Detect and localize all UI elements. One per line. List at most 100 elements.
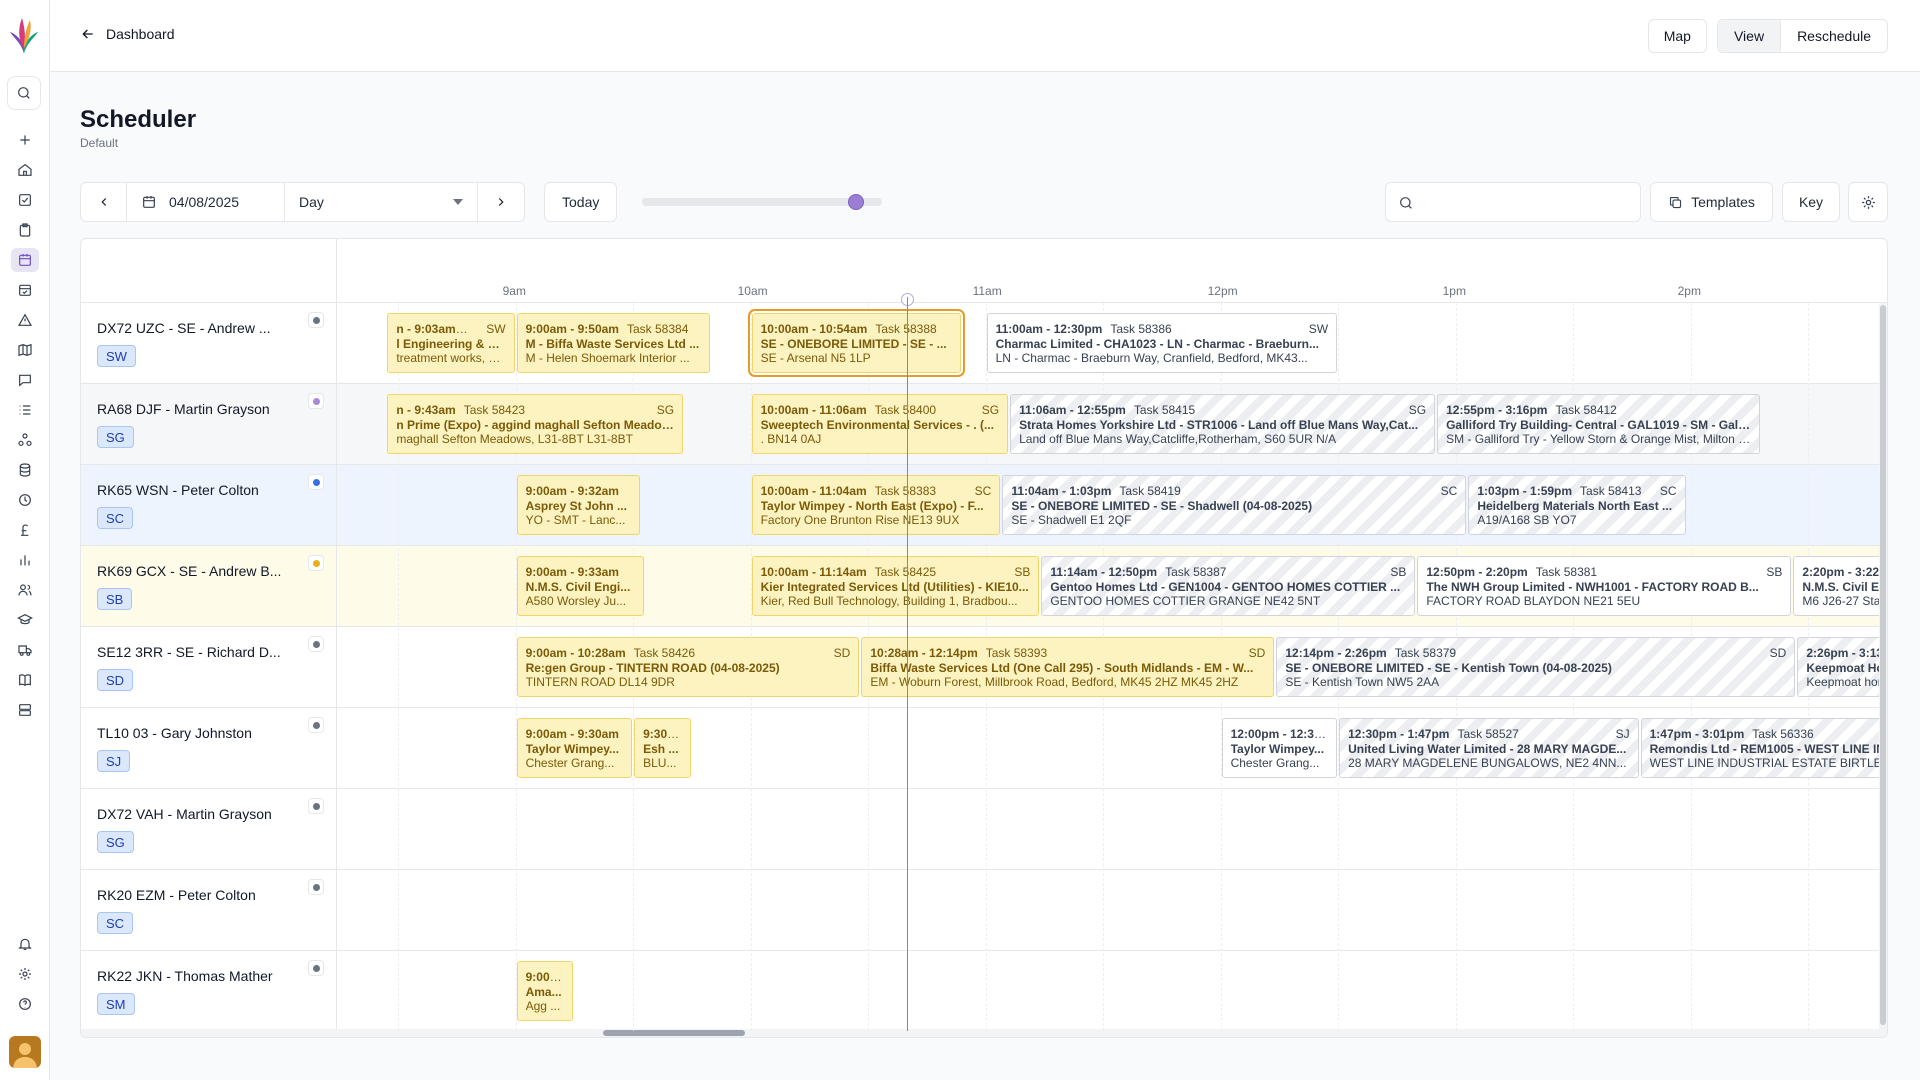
history-nav-button[interactable] (11, 488, 39, 512)
schedule-event[interactable]: 12:55pm - 3:16pm Task 58412 Galliford Try … (1437, 394, 1761, 454)
resource-cell[interactable]: RK22 JKN - Thomas Mather SM (81, 951, 337, 1032)
schedule-event[interactable]: n - 9:03amTask 58385SWl Engineering & Ut… (387, 313, 515, 373)
zoom-slider-thumb[interactable] (848, 194, 864, 210)
search-icon (1400, 197, 1412, 209)
schedule-event[interactable]: 9:30am Esh ... BLU... (634, 718, 691, 778)
event-task-number: Task 58384 (626, 322, 689, 336)
status-dot-icon (312, 478, 320, 486)
view-button[interactable]: View (1717, 20, 1782, 52)
scheduler-settings-button[interactable] (1848, 182, 1888, 222)
network-nav-button[interactable] (11, 428, 39, 452)
training-nav-button[interactable] (11, 608, 39, 632)
resource-cell[interactable]: DX72 VAH - Martin Grayson SG (81, 789, 337, 870)
event-customer: SE - ONEBORE LIMITED - SE - Shadwell (04… (1011, 498, 1313, 513)
schedule-event[interactable]: 10:00am - 10:54am Task 58388 SE - ONEBORE … (747, 309, 966, 377)
resource-status-button[interactable] (308, 960, 324, 976)
schedule-event[interactable]: 12:00pm - 12:30pm Taylor Wimpey... Chester… (1221, 718, 1338, 778)
resource-cell[interactable]: TL10 03 - Gary Johnston SJ (81, 708, 337, 789)
event-address: Kier, Red Bull Technology, Building 1, B… (760, 594, 1018, 608)
resource-status-button[interactable] (308, 879, 324, 895)
finance-nav-button[interactable] (11, 518, 39, 542)
vehicles-nav-button[interactable] (11, 638, 39, 662)
alerts-nav-button[interactable] (11, 308, 39, 332)
resource-status-button[interactable] (308, 312, 324, 328)
add-nav-button[interactable] (11, 128, 39, 152)
resource-status-button[interactable] (308, 474, 324, 490)
resource-cell[interactable]: RA68 DJF - Martin Grayson SG (81, 384, 337, 465)
event-customer: Strata Homes Yorkshire Ltd - STR1006 - L… (1019, 417, 1419, 432)
global-search-button[interactable] (7, 76, 41, 110)
resource-cell[interactable]: RK65 WSN - Peter Colton SC (81, 465, 337, 546)
calendar-check-nav-button[interactable] (11, 278, 39, 302)
event-task-number: Task 58388 (875, 322, 937, 336)
resource-status-button[interactable] (308, 636, 324, 652)
resource-cell[interactable]: RK69 GCX - SE - Andrew B... SB (81, 546, 337, 627)
notifications-nav-button[interactable] (11, 932, 39, 956)
chevron-right-icon (498, 198, 504, 206)
resource-status-button[interactable] (308, 717, 324, 733)
schedule-event[interactable]: 9:00am - 9:30am Taylor Wimpey... Chester G… (516, 718, 633, 778)
back-to-dashboard-link[interactable]: Dashboard (80, 26, 175, 42)
schedule-event[interactable]: 12:30pm - 1:47pm Task 58527 SJ United Livin… (1339, 718, 1639, 778)
help-nav-button[interactable] (11, 992, 39, 1016)
home-nav-button[interactable] (11, 158, 39, 182)
resource-cell[interactable]: RK20 EZM - Peter Colton SC (81, 870, 337, 951)
today-button[interactable]: Today (544, 182, 618, 222)
schedule-event[interactable]: 11:14am - 12:50pm Task 58387 SB Gentoo Home… (1041, 556, 1416, 616)
user-avatar[interactable] (9, 1036, 41, 1068)
schedule-event[interactable]: 11:00am - 12:30pm Task 58386 SW Charmac Lim… (986, 313, 1338, 373)
next-day-button[interactable] (478, 183, 524, 221)
schedule-event[interactable]: 9:00am - 10:28am Task 58426 SD Re:gen Group… (516, 637, 860, 697)
network-icon (18, 433, 32, 446)
schedule-event[interactable]: 10:28am - 12:14pm Task 58393 SD Biffa Waste… (861, 637, 1275, 697)
schedule-event[interactable]: 12:14pm - 2:26pm Task 58379 SD SE - ONEBORE… (1276, 637, 1796, 697)
resource-cell[interactable]: SE12 3RR - SE - Richard D... SD (81, 627, 337, 708)
event-resource-code: SG (981, 403, 1000, 417)
schedule-event[interactable]: 9:00am - 9:32am Asprey St John ... YO - SM… (516, 475, 640, 535)
event-customer: Keepmoat Homes... (1806, 660, 1879, 675)
view-mode-select[interactable]: Day (285, 183, 478, 221)
users-nav-button[interactable] (11, 578, 39, 602)
schedule-event[interactable]: 9:00am Ama... Agg ... (516, 961, 574, 1021)
docs-nav-button[interactable] (11, 668, 39, 692)
schedule-event[interactable]: 11:06am - 12:55pm Task 58415 SG Strata Home… (1010, 394, 1436, 454)
resource-cell[interactable]: DX72 UZC - SE - Andrew ... SW (81, 303, 337, 384)
schedule-event[interactable]: 2:20pm - 3:22pmN.M.S. Civil Engin...M6 J… (1793, 556, 1879, 616)
database-nav-button[interactable] (11, 458, 39, 482)
map-button[interactable]: Map (1647, 19, 1707, 53)
resource-status-button[interactable] (308, 555, 324, 571)
vertical-scrollbar-thumb[interactable] (1880, 305, 1886, 1025)
reports-nav-button[interactable] (11, 548, 39, 572)
reschedule-button[interactable]: Reschedule (1781, 20, 1887, 52)
messages-nav-button[interactable] (11, 368, 39, 392)
scheduler-nav-button[interactable] (11, 248, 39, 272)
schedule-event[interactable]: 12:50pm - 2:20pm Task 58381 SB The NWH Grou… (1417, 556, 1792, 616)
schedule-event[interactable]: 10:00am - 11:04am Task 58383 SC Taylor Wimp… (751, 475, 1001, 535)
schedule-event[interactable]: 1:03pm - 1:59pm Task 58413 SC Heidelberg Ma… (1468, 475, 1686, 535)
schedule-event[interactable]: 9:00am - 9:33am N.M.S. Civil Engi... A580 … (516, 556, 644, 616)
list-nav-button[interactable] (11, 398, 39, 422)
event-address: SE - Kentish Town NW5 2AA (1285, 675, 1440, 689)
brand-logo-icon[interactable] (8, 14, 40, 56)
schedule-event[interactable]: 9:00am - 9:50am Task 58384 M - Biffa Waste… (516, 313, 711, 373)
templates-button[interactable]: Templates (1650, 182, 1773, 222)
resource-status-button[interactable] (308, 393, 324, 409)
zoom-slider[interactable] (642, 194, 882, 210)
schedule-event[interactable]: 10:00am - 11:14am Task 58425 SB Kier Integr… (751, 556, 1040, 616)
vertical-scrollbar[interactable] (1879, 303, 1887, 1031)
resource-status-button[interactable] (308, 798, 324, 814)
schedule-event[interactable]: 10:00am - 11:06am Task 58400 SG Sweeptech E… (751, 394, 1009, 454)
schedule-event[interactable]: 2:26pm - 3:13pmKeepmoat Homes...Keepmoat… (1797, 637, 1879, 697)
servers-nav-button[interactable] (11, 698, 39, 722)
settings-nav-button[interactable] (11, 962, 39, 986)
scheduler-search-input[interactable] (1385, 182, 1641, 222)
schedule-event[interactable]: n - 9:43am Task 58423 SG n Prime (Expo) - a… (387, 394, 684, 454)
previous-day-button[interactable] (81, 183, 127, 221)
key-button[interactable]: Key (1782, 182, 1840, 222)
schedule-event[interactable]: 1:47pm - 3:01pm Task 56336 Remondis Ltd - … (1640, 718, 1879, 778)
clipboard-nav-button[interactable] (11, 218, 39, 242)
tasks-nav-button[interactable] (11, 188, 39, 212)
date-picker[interactable]: 04/08/2025 (127, 183, 285, 221)
map-nav-button[interactable] (11, 338, 39, 362)
schedule-event[interactable]: 11:04am - 1:03pm Task 58419 SC SE - ONEBORE… (1002, 475, 1467, 535)
